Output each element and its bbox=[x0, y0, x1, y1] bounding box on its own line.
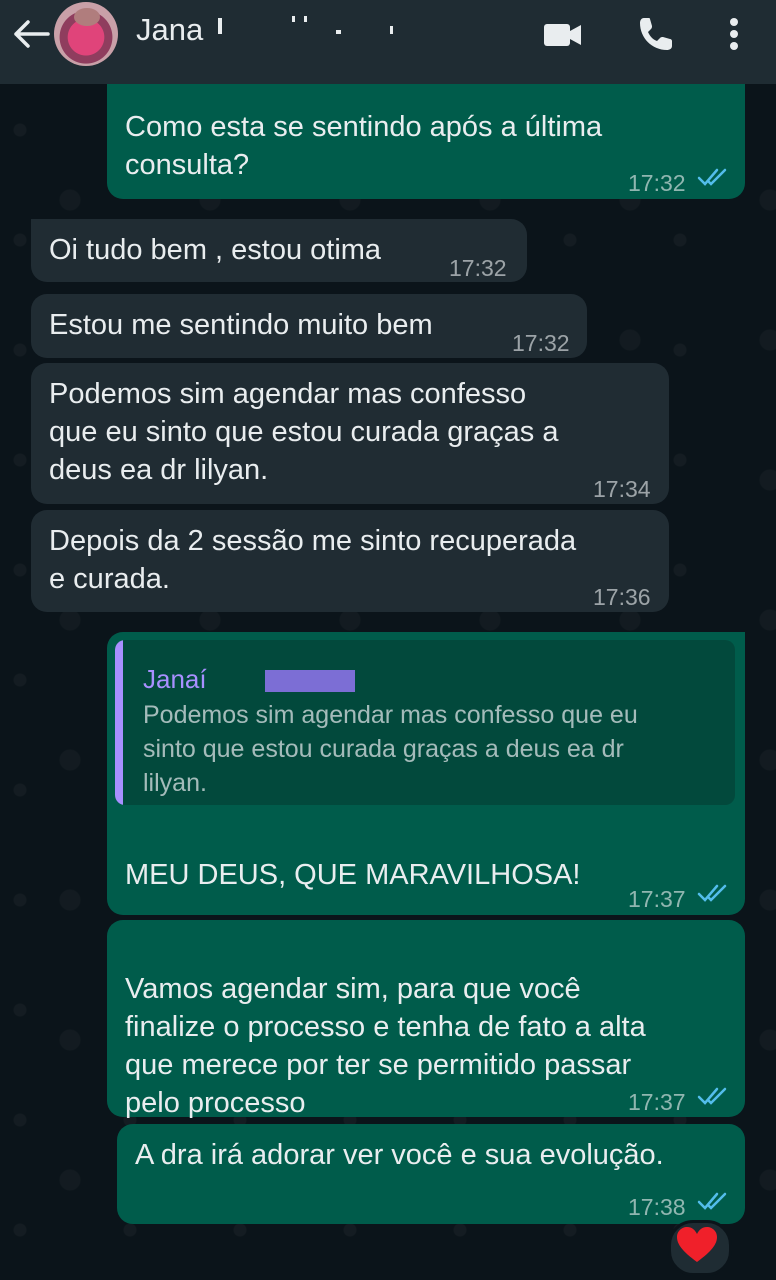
message-time: 17:32 bbox=[449, 255, 507, 281]
message-text: A dra irá adorar ver você e sua evolução… bbox=[135, 1139, 664, 1171]
outgoing-message[interactable]: A dra irá adorar ver você e sua evolução… bbox=[117, 1124, 745, 1224]
chat-header: Jana bbox=[0, 0, 776, 84]
outgoing-reply-message[interactable]: Janaí Podemos sim agendar mas confesso q… bbox=[107, 632, 745, 976]
incoming-message[interactable]: Oi tudo bem , estou otima 17:32 bbox=[31, 219, 527, 282]
video-call-icon[interactable] bbox=[543, 14, 583, 54]
message-time: 17:36 bbox=[593, 584, 651, 610]
message-text: Como esta se sentindo após a última cons… bbox=[125, 111, 603, 181]
message-time: 17:34 bbox=[593, 476, 651, 502]
outgoing-message[interactable]: Vamos agendar sim, para que você finaliz… bbox=[107, 920, 745, 1203]
incoming-message[interactable]: Depois da 2 sessão me sinto recuperada e… bbox=[31, 510, 669, 612]
message-time: 17:37 bbox=[628, 886, 686, 912]
quoted-message[interactable]: Janaí Podemos sim agendar mas confesso q… bbox=[115, 640, 735, 805]
message-text-content: Vamos agendar sim, para que você finaliz… bbox=[125, 973, 646, 1119]
redacted-name bbox=[214, 12, 414, 36]
incoming-message[interactable]: Estou me sentindo muito bem 17:32 bbox=[31, 294, 587, 358]
avatar[interactable] bbox=[54, 2, 118, 66]
message-time: 17:32 bbox=[512, 330, 570, 356]
message-reaction[interactable] bbox=[668, 1220, 732, 1276]
message-text-content: MEU DEUS, QUE MARAVILHOSA! bbox=[125, 859, 581, 891]
message-time: 17:32 bbox=[628, 170, 686, 196]
read-receipt-icon bbox=[697, 168, 727, 186]
phone-icon[interactable] bbox=[636, 14, 676, 54]
message-text: Estou me sentindo muito bem bbox=[49, 309, 433, 341]
message-text: Depois da 2 sessão me sinto recuperada e… bbox=[49, 525, 577, 595]
message-time: 17:37 bbox=[628, 1089, 686, 1115]
message-text: Podemos sim agendar mas confesso que eu … bbox=[49, 378, 559, 486]
contact-name[interactable]: Jana bbox=[136, 12, 216, 48]
message-text: Oi tudo bem , estou otima bbox=[49, 234, 382, 266]
quote-author: Janaí bbox=[143, 664, 207, 694]
red-heart-emoji bbox=[677, 1227, 717, 1262]
more-vert-icon[interactable] bbox=[716, 14, 756, 54]
back-arrow-icon[interactable] bbox=[10, 18, 54, 50]
read-receipt-icon bbox=[697, 1192, 727, 1210]
read-receipt-icon bbox=[697, 884, 727, 902]
quote-accent-bar bbox=[115, 640, 123, 805]
read-receipt-icon bbox=[697, 1087, 727, 1105]
incoming-message[interactable]: Podemos sim agendar mas confesso que eu … bbox=[31, 363, 669, 504]
quote-text: Podemos sim agendar mas confesso que eu … bbox=[143, 701, 638, 797]
outgoing-message[interactable]: Como esta se sentindo após a última cons… bbox=[107, 66, 745, 199]
redacted-name bbox=[265, 670, 355, 692]
